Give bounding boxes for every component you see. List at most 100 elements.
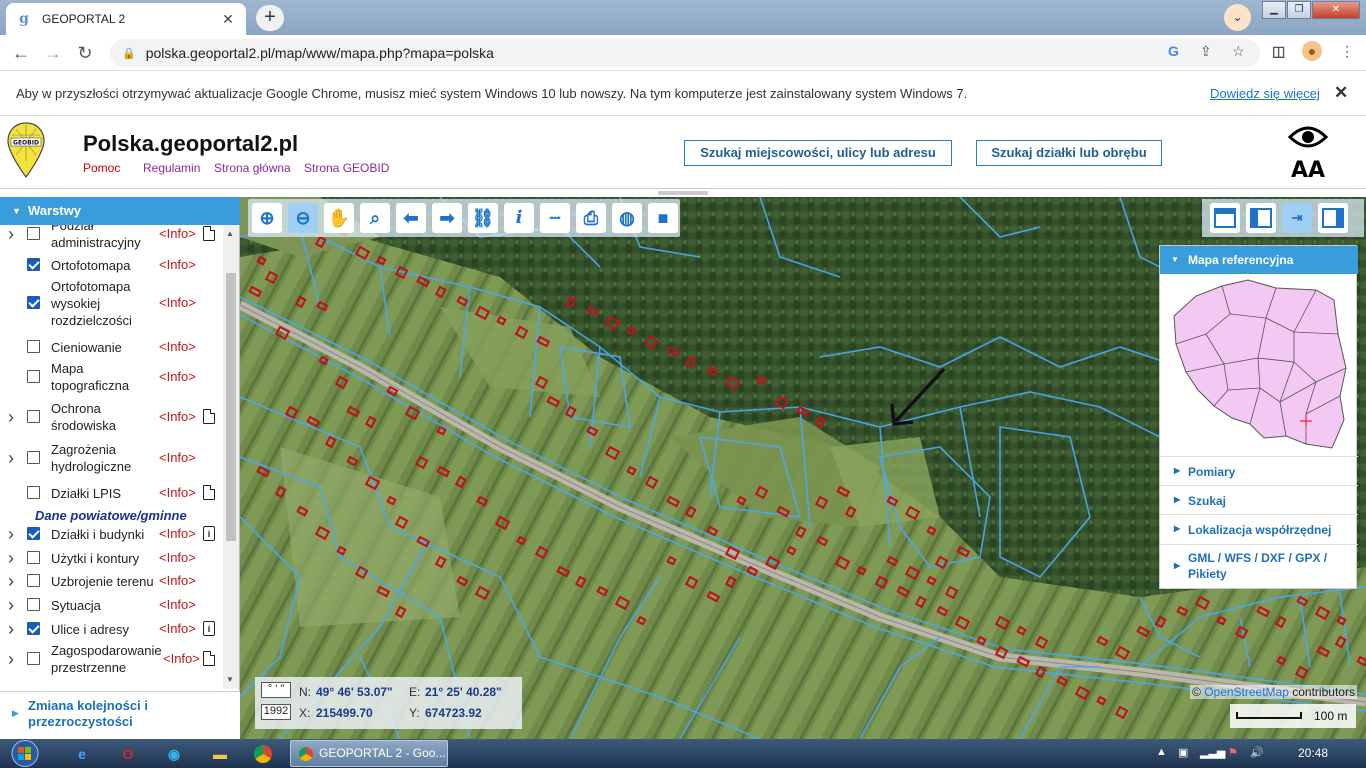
zoom-in-icon[interactable]: ⊕ [252, 203, 282, 233]
tray-device-icon[interactable]: ▣ [1178, 746, 1188, 759]
bookmark-star-icon[interactable]: ☆ [1232, 43, 1245, 60]
expand-chevron-icon[interactable]: › [8, 225, 14, 245]
expand-chevron-icon[interactable]: › [8, 448, 14, 469]
layout-right-panel-icon[interactable] [1318, 203, 1348, 233]
expand-chevron-icon[interactable]: › [8, 548, 14, 569]
layer-info-link[interactable]: <Info> [159, 597, 196, 612]
expand-chevron-icon[interactable]: › [8, 524, 14, 545]
layer-checkbox[interactable] [27, 227, 40, 240]
map-view[interactable]: ⊕ ⊖ ✋ ⌕ ⬅ ➡ ⛓ i ┄ ⎙ ◍ ■ ⇥ ▼ Mapa referen… [240, 197, 1366, 739]
menu-kebab-icon[interactable]: ⋮ [1340, 43, 1354, 60]
layer-info-link[interactable]: <Info> [159, 226, 196, 241]
layer-info-link[interactable]: <Info> [159, 573, 196, 588]
layer-checkbox[interactable] [27, 551, 40, 564]
layout-arrow-icon[interactable]: ⇥ [1282, 203, 1312, 233]
geobid-link[interactable]: Strona GEOBID [304, 161, 389, 175]
layer-checkbox[interactable] [27, 622, 40, 635]
back-arrow-icon[interactable]: ⬅ [396, 203, 426, 233]
reference-map-header[interactable]: ▼ Mapa referencyjna [1160, 246, 1358, 274]
poland-reference-map[interactable] [1166, 278, 1352, 454]
legend-document-icon[interactable] [203, 651, 215, 666]
layer-info-link[interactable]: <Info> [159, 526, 196, 541]
geobid-logo[interactable]: GEOBID [6, 121, 46, 179]
google-translate-icon[interactable]: G [1168, 43, 1179, 59]
video-camera-icon[interactable]: ■ [648, 203, 678, 233]
taskbar-chrome-window[interactable]: GEOPORTAL 2 - Goo... [290, 740, 448, 767]
search-address-button[interactable]: Szukaj miejscowości, ulicy lub adresu [684, 140, 952, 166]
close-window-button[interactable]: ✕ [1312, 1, 1360, 19]
zoom-out-icon[interactable]: ⊖ [288, 203, 318, 233]
opera-icon[interactable]: O [116, 742, 140, 766]
reload-button[interactable]: ↻ [72, 41, 98, 65]
volume-icon[interactable]: 🔊 [1250, 746, 1264, 759]
globe-icon[interactable]: ◍ [612, 203, 642, 233]
layer-order-panel[interactable]: ▶ Zmiana kolejności i przezroczystości [0, 691, 240, 739]
new-tab-button[interactable]: + [256, 5, 284, 31]
layer-info-link[interactable]: <Info> [159, 409, 196, 424]
layer-checkbox[interactable] [27, 258, 40, 271]
infobar-close-icon[interactable]: ✕ [1334, 83, 1348, 103]
layer-settings-icon[interactable]: i [203, 621, 215, 636]
expand-chevron-icon[interactable]: › [8, 595, 14, 616]
layer-checkbox[interactable] [27, 410, 40, 423]
network-icon[interactable]: ▂▃▅ [1200, 746, 1225, 759]
expand-chevron-icon[interactable]: › [8, 649, 14, 670]
forward-arrow-icon[interactable]: ➡ [432, 203, 462, 233]
coordinate-system-button[interactable]: 1992 [261, 704, 291, 720]
layer-settings-icon[interactable]: i [203, 526, 215, 541]
layer-info-link[interactable]: <Info> [159, 485, 196, 500]
learn-more-link[interactable]: Dowiedz się więcej [1210, 86, 1320, 101]
expand-chevron-icon[interactable]: › [8, 407, 14, 428]
search-parcel-button[interactable]: Szukaj działki lub obrębu [976, 140, 1162, 166]
expand-chevron-icon[interactable]: › [8, 571, 14, 592]
layer-checkbox[interactable] [27, 652, 40, 665]
windows-start-icon[interactable] [6, 739, 44, 768]
layer-info-link[interactable]: <Info> [163, 651, 200, 666]
tab-search-button[interactable]: ⌄ [1224, 4, 1251, 31]
layer-checkbox[interactable] [27, 574, 40, 587]
profile-avatar[interactable]: ● [1302, 41, 1322, 61]
pan-hand-icon[interactable]: ✋ [324, 203, 354, 233]
legend-document-icon[interactable] [203, 409, 215, 424]
search-menu-item[interactable]: ▶ Szukaj [1160, 485, 1358, 514]
layer-info-link[interactable]: <Info> [159, 339, 196, 354]
share-icon[interactable]: ⇪ [1200, 43, 1212, 60]
address-bar[interactable]: 🔒 polska.geoportal2.pl/map/www/mapa.php?… [110, 39, 1260, 67]
browser-tab[interactable]: g GEOPORTAL 2 ✕ [6, 3, 246, 35]
layer-checkbox[interactable] [27, 370, 40, 383]
tray-expand-icon[interactable]: ▲ [1156, 746, 1167, 758]
internet-explorer-icon[interactable]: e [70, 742, 94, 766]
osm-link[interactable]: OpenStreetMap [1204, 685, 1289, 699]
clock[interactable]: 20:48 [1298, 746, 1328, 760]
layer-info-link[interactable]: <Info> [159, 621, 196, 636]
layer-checkbox[interactable] [27, 486, 40, 499]
back-button[interactable]: ← [8, 41, 34, 65]
expand-chevron-icon[interactable]: › [8, 619, 14, 640]
measure-icon[interactable]: ┄ [540, 203, 570, 233]
accessibility-eye-icon[interactable]: AA [1288, 119, 1328, 183]
edge-icon[interactable]: ◉ [162, 742, 186, 766]
legend-document-icon[interactable] [203, 485, 215, 500]
file-explorer-icon[interactable]: ▬ [208, 742, 232, 766]
side-panel-icon[interactable]: ◫ [1272, 43, 1285, 60]
coordinate-format-button[interactable]: ° ' " [261, 682, 291, 698]
action-center-icon[interactable]: ⚑ [1228, 746, 1238, 759]
legend-document-icon[interactable] [203, 226, 215, 241]
measurements-menu-item[interactable]: ▶ Pomiary [1160, 456, 1358, 485]
chrome-icon[interactable] [254, 745, 272, 763]
export-menu-item[interactable]: ▶ GML / WFS / DXF / GPX / Pikiety [1160, 544, 1358, 588]
home-link[interactable]: Strona główna [214, 161, 291, 175]
layer-info-link[interactable]: <Info> [159, 295, 196, 310]
terms-link[interactable]: Regulamin [143, 161, 200, 175]
scrollbar-thumb[interactable] [226, 273, 236, 541]
layer-checkbox[interactable] [27, 527, 40, 540]
minimize-window-button[interactable]: ▁ [1262, 1, 1286, 19]
layout-split-icon[interactable] [1246, 203, 1276, 233]
locate-coordinate-menu-item[interactable]: ▶ Lokalizacja współrzędnej [1160, 514, 1358, 544]
zoom-box-icon[interactable]: ⌕ [360, 203, 390, 233]
print-icon[interactable]: ⎙ [576, 203, 606, 233]
maximize-window-button[interactable]: ❐ [1287, 1, 1311, 19]
layers-scrollbar[interactable]: ▲ ▼ [223, 225, 239, 689]
layout-top-icon[interactable] [1210, 203, 1240, 233]
layer-info-link[interactable]: <Info> [159, 450, 196, 465]
